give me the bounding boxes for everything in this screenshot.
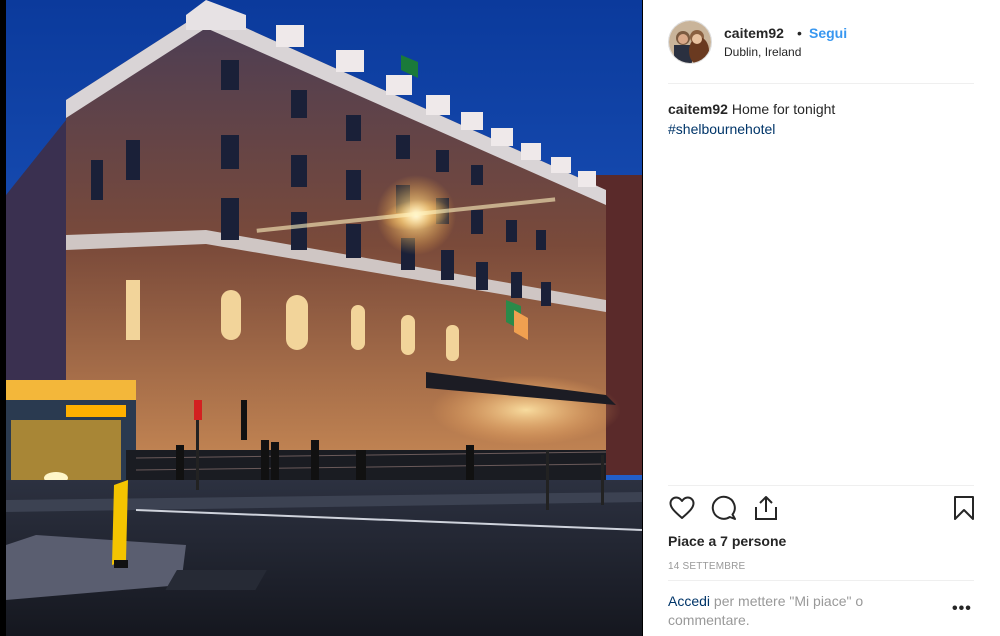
post-actions	[668, 494, 974, 526]
heart-icon	[669, 496, 695, 519]
avatar[interactable]	[668, 20, 712, 64]
follow-button[interactable]: Segui	[809, 25, 847, 41]
avatar-photo-icon	[669, 21, 711, 63]
post-location[interactable]: Dublin, Ireland	[724, 45, 801, 59]
separator-dot: •	[797, 25, 802, 41]
login-divider	[668, 580, 974, 581]
save-button[interactable]	[950, 494, 978, 522]
post-photo[interactable]	[6, 0, 642, 636]
share-icon	[755, 496, 777, 520]
caption-username[interactable]: caitem92	[668, 101, 728, 117]
login-link[interactable]: Accedi	[668, 593, 710, 609]
more-options-button[interactable]: •••	[952, 600, 972, 618]
caption-hashtag[interactable]: #shelbournehotel	[668, 121, 775, 137]
post-date[interactable]: 14 SETTEMBRE	[668, 561, 745, 572]
ellipsis-icon: •••	[952, 600, 972, 617]
post-header: caitem92 • Segui Dublin, Ireland	[643, 0, 1000, 84]
share-button[interactable]	[752, 494, 780, 522]
hotel-night-photo	[6, 0, 642, 636]
login-prompt: Accedi per mettere "Mi piace" o commenta…	[668, 592, 938, 630]
comment-button[interactable]	[710, 494, 738, 522]
bookmark-icon	[954, 496, 974, 520]
header-divider	[668, 83, 974, 84]
post-username[interactable]: caitem92	[724, 25, 784, 41]
post-caption: caitem92 Home for tonight #shelbournehot…	[668, 99, 968, 139]
likes-count[interactable]: Piace a 7 persone	[668, 533, 786, 549]
comment-icon	[711, 495, 736, 520]
caption-text: Home for tonight	[731, 101, 836, 117]
like-button[interactable]	[668, 494, 696, 522]
post-details-panel: caitem92 • Segui Dublin, Ireland caitem9…	[643, 0, 1000, 636]
actions-divider	[668, 485, 974, 486]
